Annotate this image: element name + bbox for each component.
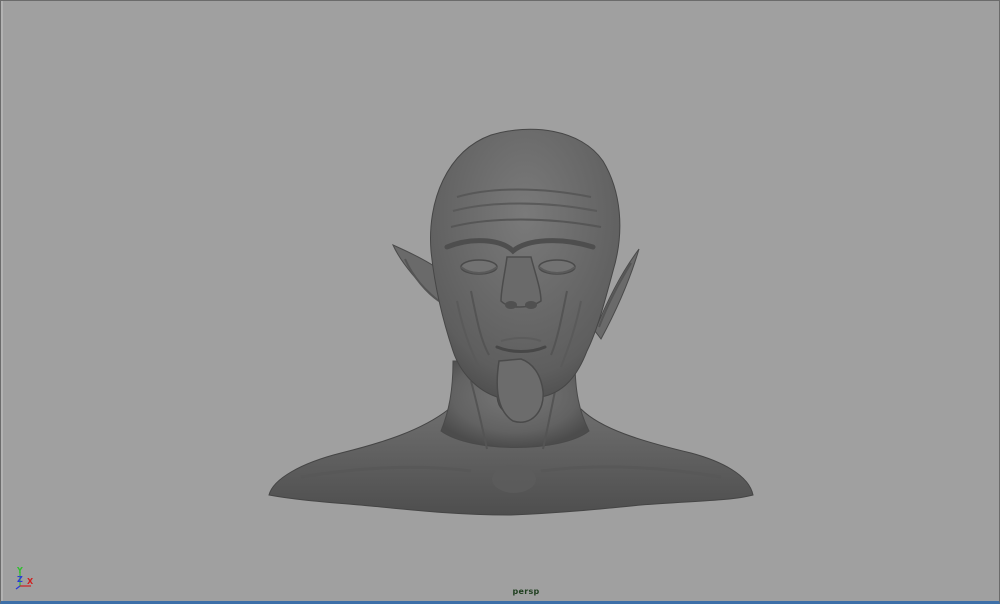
axis-x-label: X <box>27 577 34 586</box>
perspective-viewport[interactable]: Y Z X persp <box>0 0 1000 604</box>
axis-z-label: Z <box>17 575 23 584</box>
camera-name-label: persp <box>512 587 540 596</box>
sculpted-head-model[interactable] <box>1 1 1000 604</box>
left-eye <box>460 259 498 275</box>
axis-y-label: Y <box>17 566 23 575</box>
right-eye <box>538 259 576 275</box>
